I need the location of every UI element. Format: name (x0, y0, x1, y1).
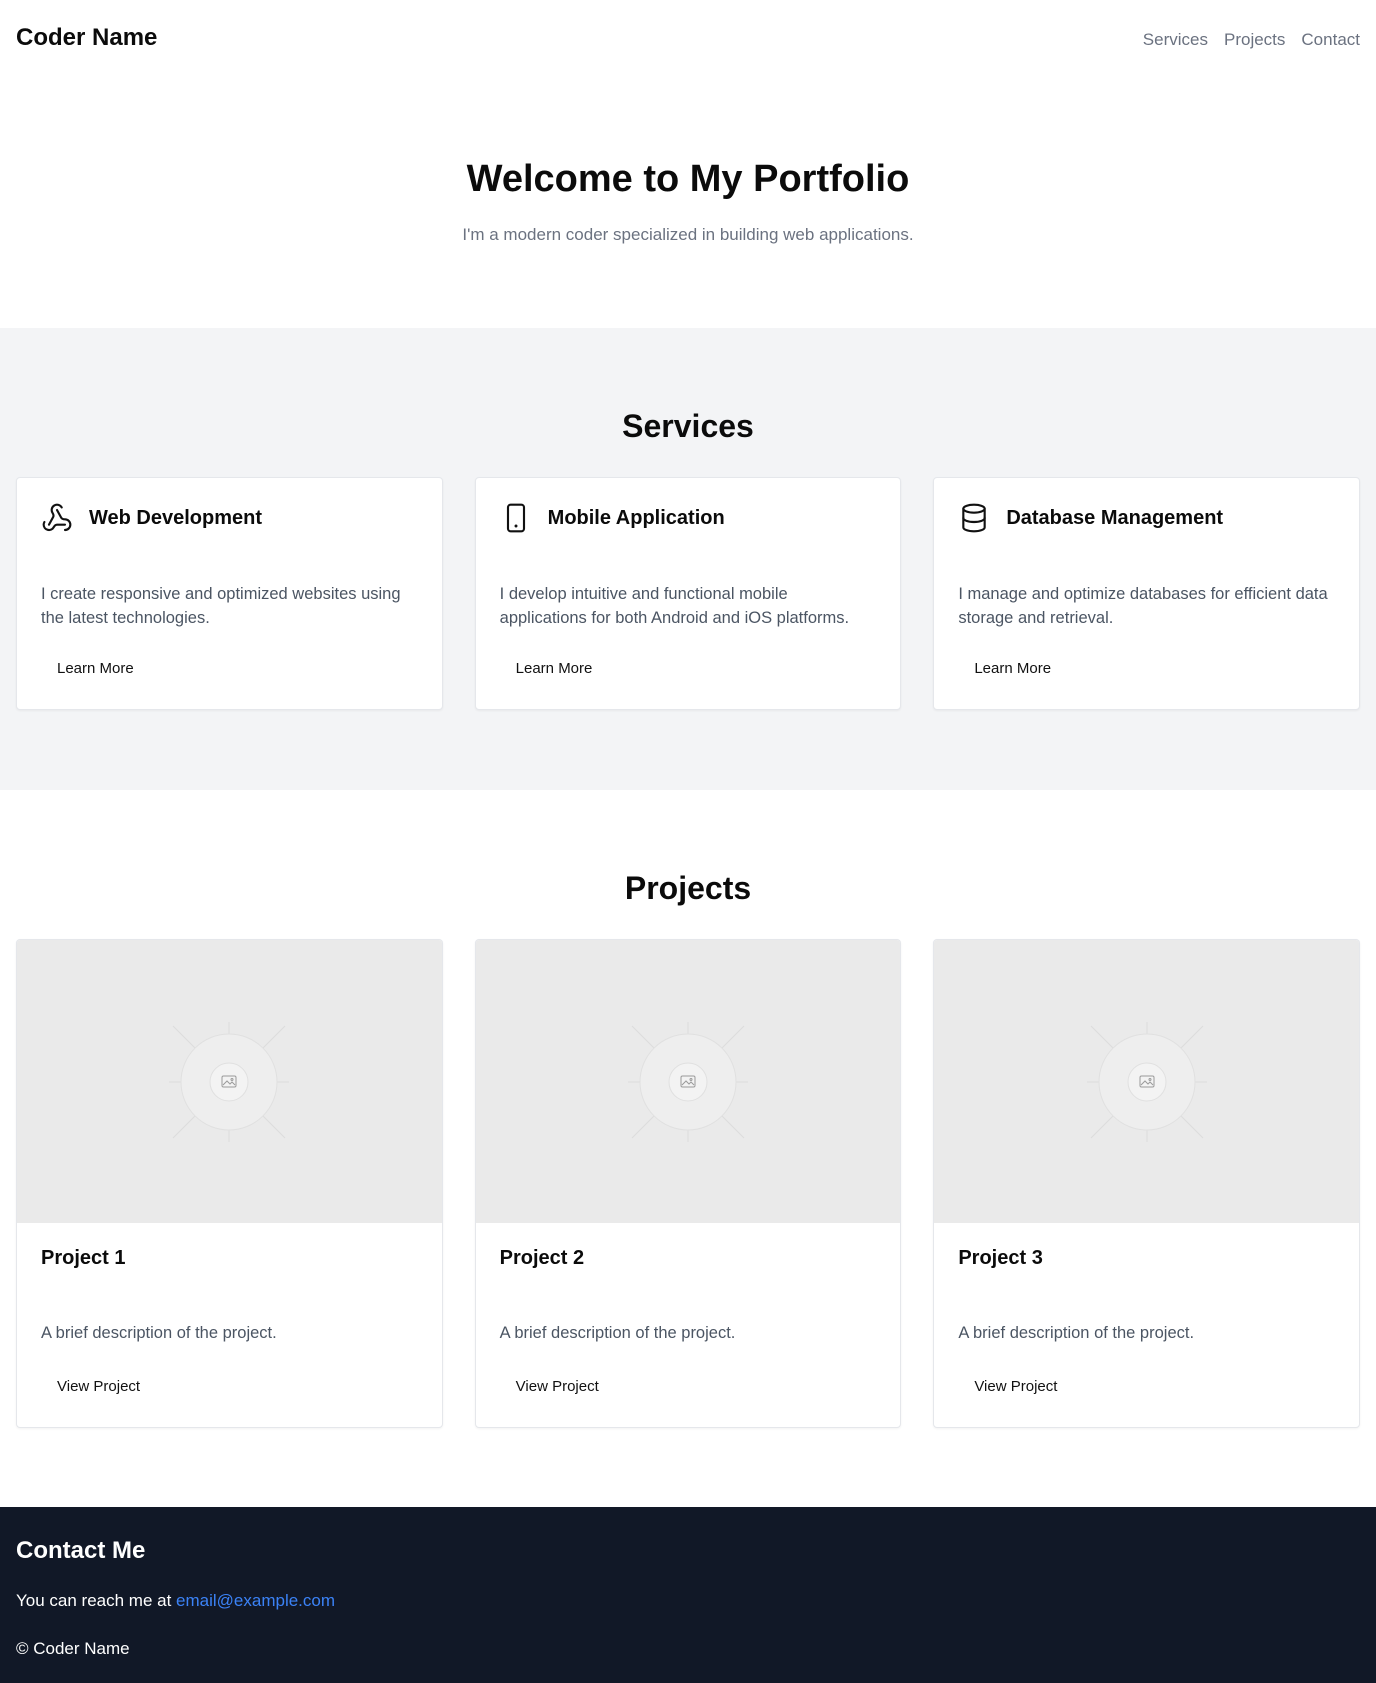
project-description: A brief description of the project. (958, 1324, 1195, 1342)
services-grid: Web Development I create responsive and … (16, 477, 1360, 710)
service-card: Mobile Application I develop intuitive a… (474, 477, 902, 710)
view-project-button[interactable]: View Project (500, 1368, 615, 1404)
services-section: Services Web Development I create respon… (0, 328, 1376, 790)
image-placeholder-icon (627, 1021, 748, 1142)
project-description: A brief description of the project. (499, 1324, 736, 1342)
project-title: Project 2 (499, 1247, 585, 1269)
nav-link-projects[interactable]: Projects (1224, 30, 1285, 50)
service-card: Web Development I create responsive and … (16, 477, 443, 710)
projects-title: Projects (624, 870, 752, 906)
project-image (934, 940, 1359, 1223)
hero-title: Welcome to My Portfolio (466, 158, 910, 200)
service-title: Web Development (89, 506, 262, 529)
project-card: Project 3 A brief description of the pro… (933, 939, 1360, 1428)
project-image (17, 940, 442, 1223)
project-card: Project 2 A brief description of the pro… (474, 939, 902, 1428)
service-card-header: Database Management (958, 502, 1223, 534)
webhook-icon (41, 502, 73, 534)
service-description: I develop intuitive and functional mobil… (499, 585, 850, 627)
view-project-button[interactable]: View Project (958, 1368, 1073, 1404)
hero-section: Welcome to My Portfolio I'm a modern cod… (0, 80, 1376, 328)
site-header: Coder Name Services Projects Contact (0, 0, 1376, 80)
image-placeholder-icon (1086, 1021, 1207, 1142)
service-card: Database Management I manage and optimiz… (933, 477, 1360, 710)
contact-prefix: You can reach me at (16, 1591, 172, 1610)
main-nav: Services Projects Contact (1143, 30, 1360, 50)
image-placeholder-icon (169, 1021, 290, 1142)
service-card-header: Mobile Application (500, 502, 725, 534)
projects-grid: Project 1 A brief description of the pro… (16, 939, 1360, 1428)
project-description: A brief description of the project. (41, 1324, 277, 1342)
service-description: I manage and optimize databases for effi… (958, 585, 1328, 627)
service-title: Database Management (1006, 506, 1224, 529)
services-title: Services (622, 408, 754, 444)
projects-section: Projects Project 1 A brief description o… (0, 790, 1376, 1507)
project-title: Project 3 (958, 1247, 1043, 1269)
service-card-header: Web Development (41, 502, 262, 534)
brand-name[interactable]: Coder Name (16, 24, 157, 52)
service-title: Mobile Application (547, 506, 725, 529)
contact-title: Contact Me (16, 1537, 146, 1564)
learn-more-button[interactable]: Learn More (41, 650, 150, 686)
smartphone-icon (500, 502, 532, 534)
service-description: I create responsive and optimized websit… (41, 585, 401, 627)
database-icon (958, 502, 990, 534)
project-image (475, 940, 901, 1223)
view-project-button[interactable]: View Project (41, 1368, 156, 1404)
contact-line: You can reach me at email@example.com (16, 1591, 335, 1611)
learn-more-button[interactable]: Learn More (958, 650, 1067, 686)
email-link[interactable]: email@example.com (176, 1591, 335, 1610)
project-card: Project 1 A brief description of the pro… (16, 939, 443, 1428)
copyright: © Coder Name (16, 1639, 130, 1658)
nav-link-services[interactable]: Services (1143, 30, 1208, 50)
project-title: Project 1 (41, 1247, 126, 1269)
nav-link-contact[interactable]: Contact (1301, 30, 1360, 50)
contact-footer: Contact Me You can reach me at email@exa… (0, 1507, 1376, 1683)
hero-subtitle: I'm a modern coder specialized in buildi… (462, 225, 914, 244)
learn-more-button[interactable]: Learn More (500, 650, 609, 686)
